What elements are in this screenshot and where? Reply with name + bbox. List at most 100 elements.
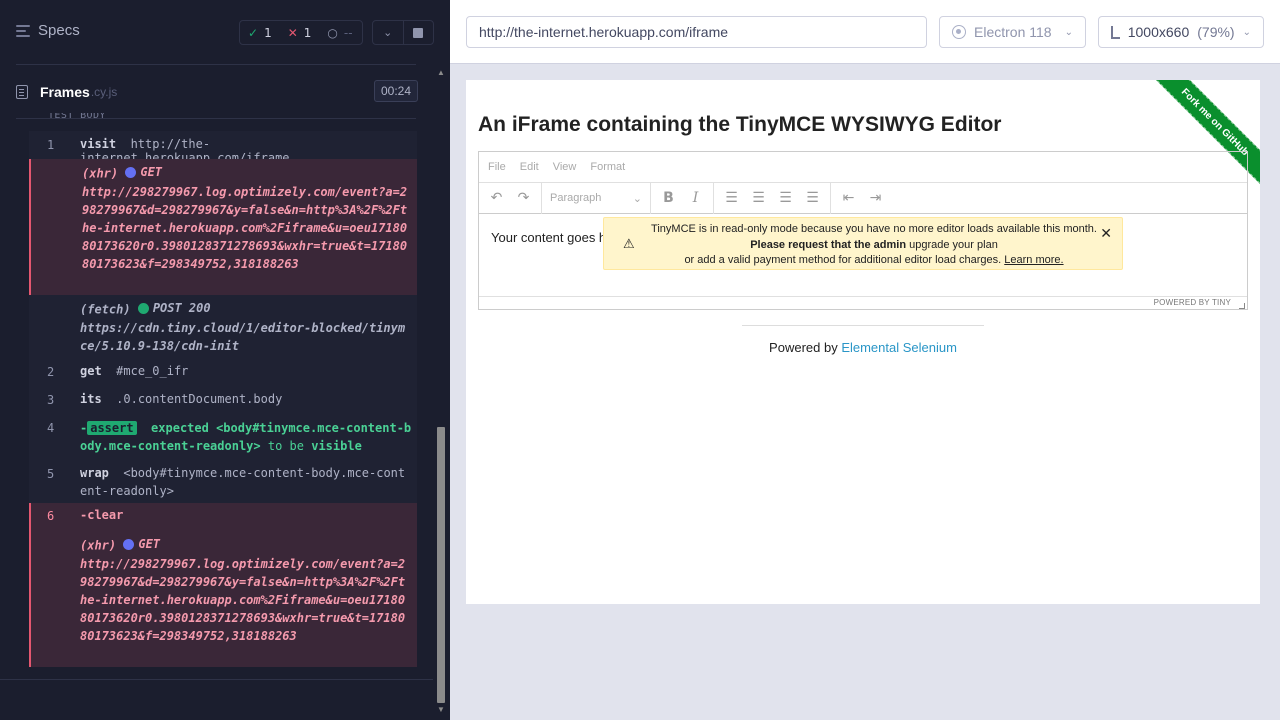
xhr-request-row[interactable]: (xhr) GET http://298279967.log.optimizel… (29, 159, 417, 295)
assert-badge: assert (87, 421, 137, 435)
align-justify-icon[interactable]: ☰ (799, 186, 826, 210)
fetch-request-row[interactable]: (fetch) POST 200 https://cdn.tiny.cloud/… (29, 295, 417, 358)
passed-count: 1 (264, 25, 272, 40)
spec-file-ext: .cy.js (90, 85, 118, 99)
paragraph-label: Paragraph (550, 191, 602, 204)
style-group: B I (651, 182, 714, 214)
learn-more-link[interactable]: Learn more. (1004, 254, 1063, 266)
assert-row[interactable]: 4 - assert expected <body#tinymce.mce-con… (29, 414, 417, 460)
powered-by-tiny[interactable]: POWERED BY TINY (1154, 298, 1231, 307)
viewport-selector[interactable]: 1000x660 (79%) ⌄ (1098, 16, 1264, 48)
page-heading: An iFrame containing the TinyMCE WYSIWYG… (478, 113, 1002, 136)
assert-expected: expected (151, 421, 209, 435)
menu-format[interactable]: Format (590, 161, 625, 173)
footer-divider (742, 325, 984, 326)
expand-button[interactable]: ⌄ (373, 21, 403, 44)
outdent-icon[interactable]: ⇤ (835, 186, 862, 210)
command-row[interactable]: 5 wrap <body#tinymce.mce-content-body.mc… (29, 460, 417, 503)
success-dot-icon (137, 302, 149, 314)
warning-icon: ⚠ (623, 236, 635, 251)
align-right-icon[interactable]: ☰ (772, 186, 799, 210)
notice-line-3: or add a valid payment method for additi… (684, 254, 1005, 266)
aut-iframe: An iFrame containing the TinyMCE WYSIWYG… (466, 80, 1260, 604)
request-method-label: POST 200 (152, 301, 211, 315)
passed-stat: ✓ 1 (240, 26, 280, 40)
browser-selector[interactable]: Electron 118 ⌄ (939, 16, 1086, 48)
command-row[interactable]: 1 visit http://the-internet.herokuapp.co… (29, 131, 417, 165)
specs-bar: Specs ✓ 1 ✕ 1 ○ -- ⌄ (0, 0, 450, 64)
close-icon[interactable]: ✕ (1100, 226, 1112, 242)
request-details: (xhr) GET http://298279967.log.optimizel… (82, 163, 414, 273)
divider (0, 679, 433, 680)
history-group: ↶ ↷ (479, 182, 542, 214)
indent-icon[interactable]: ⇥ (862, 186, 889, 210)
ruler-icon (1111, 25, 1120, 39)
command-method: its (80, 392, 102, 406)
assert-to-be: to be (267, 439, 304, 453)
chevron-down-icon: ⌄ (1064, 26, 1073, 38)
command-name: wrap <body#tinymce.mce-content-body.mce-… (80, 464, 412, 500)
request-type: (fetch) (80, 302, 131, 317)
command-message: #mce_0_ifr (116, 364, 189, 378)
command-number: 3 (47, 393, 55, 407)
pending-dot-icon (125, 166, 137, 178)
divider (16, 64, 416, 65)
request-details: (fetch) POST 200 https://cdn.tiny.cloud/… (80, 299, 412, 355)
app-under-test: http://the-internet.herokuapp.com/iframe… (450, 0, 1280, 720)
chevron-down-icon: ⌄ (632, 192, 642, 205)
scrollbar-thumb[interactable] (437, 427, 445, 703)
paragraph-select[interactable]: Paragraph ⌄ (546, 192, 646, 205)
aut-header: http://the-internet.herokuapp.com/iframe… (450, 0, 1280, 64)
request-method: POST 200 (137, 299, 211, 317)
command-number: 5 (47, 467, 55, 481)
align-left-icon[interactable]: ☰ (718, 186, 745, 210)
request-url: http://298279967.log.optimizely.com/even… (80, 556, 406, 643)
command-name: get #mce_0_ifr (80, 364, 188, 378)
spec-file-name: Frames (40, 84, 90, 100)
request-type: (xhr) (80, 538, 117, 553)
command-number: 1 (47, 138, 55, 152)
check-icon: ✓ (248, 25, 259, 40)
menu-edit[interactable]: Edit (520, 161, 539, 173)
failed-count: 1 (303, 25, 312, 40)
scroll-down-icon[interactable]: ▼ (437, 706, 445, 714)
command-row[interactable]: 2 get #mce_0_ifr (29, 358, 417, 386)
pending-count: -- (343, 25, 353, 40)
run-controls: ⌄ (372, 20, 434, 45)
elemental-selenium-link[interactable]: Elemental Selenium (841, 340, 957, 355)
menu-file[interactable]: File (488, 161, 506, 173)
request-method-label: GET (140, 165, 163, 179)
italic-icon[interactable]: I (682, 186, 709, 210)
resize-handle-icon[interactable] (1239, 303, 1245, 309)
bold-icon[interactable]: B (655, 186, 682, 210)
viewport-zoom: (79%) (1197, 24, 1235, 40)
chevron-down-icon: ⌄ (1242, 26, 1251, 38)
reporter-panel: Specs ✓ 1 ✕ 1 ○ -- ⌄ Frames .cy.js 00:24 (0, 0, 450, 720)
format-group: Paragraph ⌄ (542, 182, 651, 214)
footer-prefix: Powered by (769, 340, 842, 355)
url-bar[interactable]: http://the-internet.herokuapp.com/iframe (466, 16, 927, 48)
command-message: <body#tinymce.mce-content-body.mce-conte… (80, 466, 406, 498)
redo-icon[interactable]: ↷ (510, 186, 537, 210)
failed-command-row[interactable]: 6 -clear (xhr) GET http://298279967.log.… (29, 503, 417, 667)
command-method: visit (80, 137, 117, 151)
command-method: get (80, 364, 102, 378)
undo-icon[interactable]: ↶ (483, 186, 510, 210)
x-icon: ✕ (287, 25, 298, 40)
assert-message: - assert expected <body#tinymce.mce-conte… (80, 421, 412, 453)
menu-icon (16, 24, 30, 37)
scroll-up-icon[interactable]: ▲ (437, 69, 445, 77)
pending-stat: ○ -- (319, 26, 360, 40)
command-method: wrap (80, 466, 109, 480)
menu-view[interactable]: View (553, 161, 577, 173)
duration-badge: 00:24 (373, 80, 418, 102)
specs-toggle[interactable]: Specs (16, 22, 80, 39)
command-row[interactable]: 3 its .0.contentDocument.body (29, 386, 417, 414)
test-body-label: TEST BODY (48, 113, 106, 121)
request-type: (xhr) (82, 166, 119, 181)
stop-button[interactable] (402, 21, 434, 44)
notification-text: TinyMCE is in read-only mode because you… (644, 222, 1104, 269)
indent-group: ⇤ ⇥ (831, 183, 893, 214)
align-center-icon[interactable]: ☰ (745, 186, 772, 210)
command-message: .0.contentDocument.body (116, 392, 283, 406)
